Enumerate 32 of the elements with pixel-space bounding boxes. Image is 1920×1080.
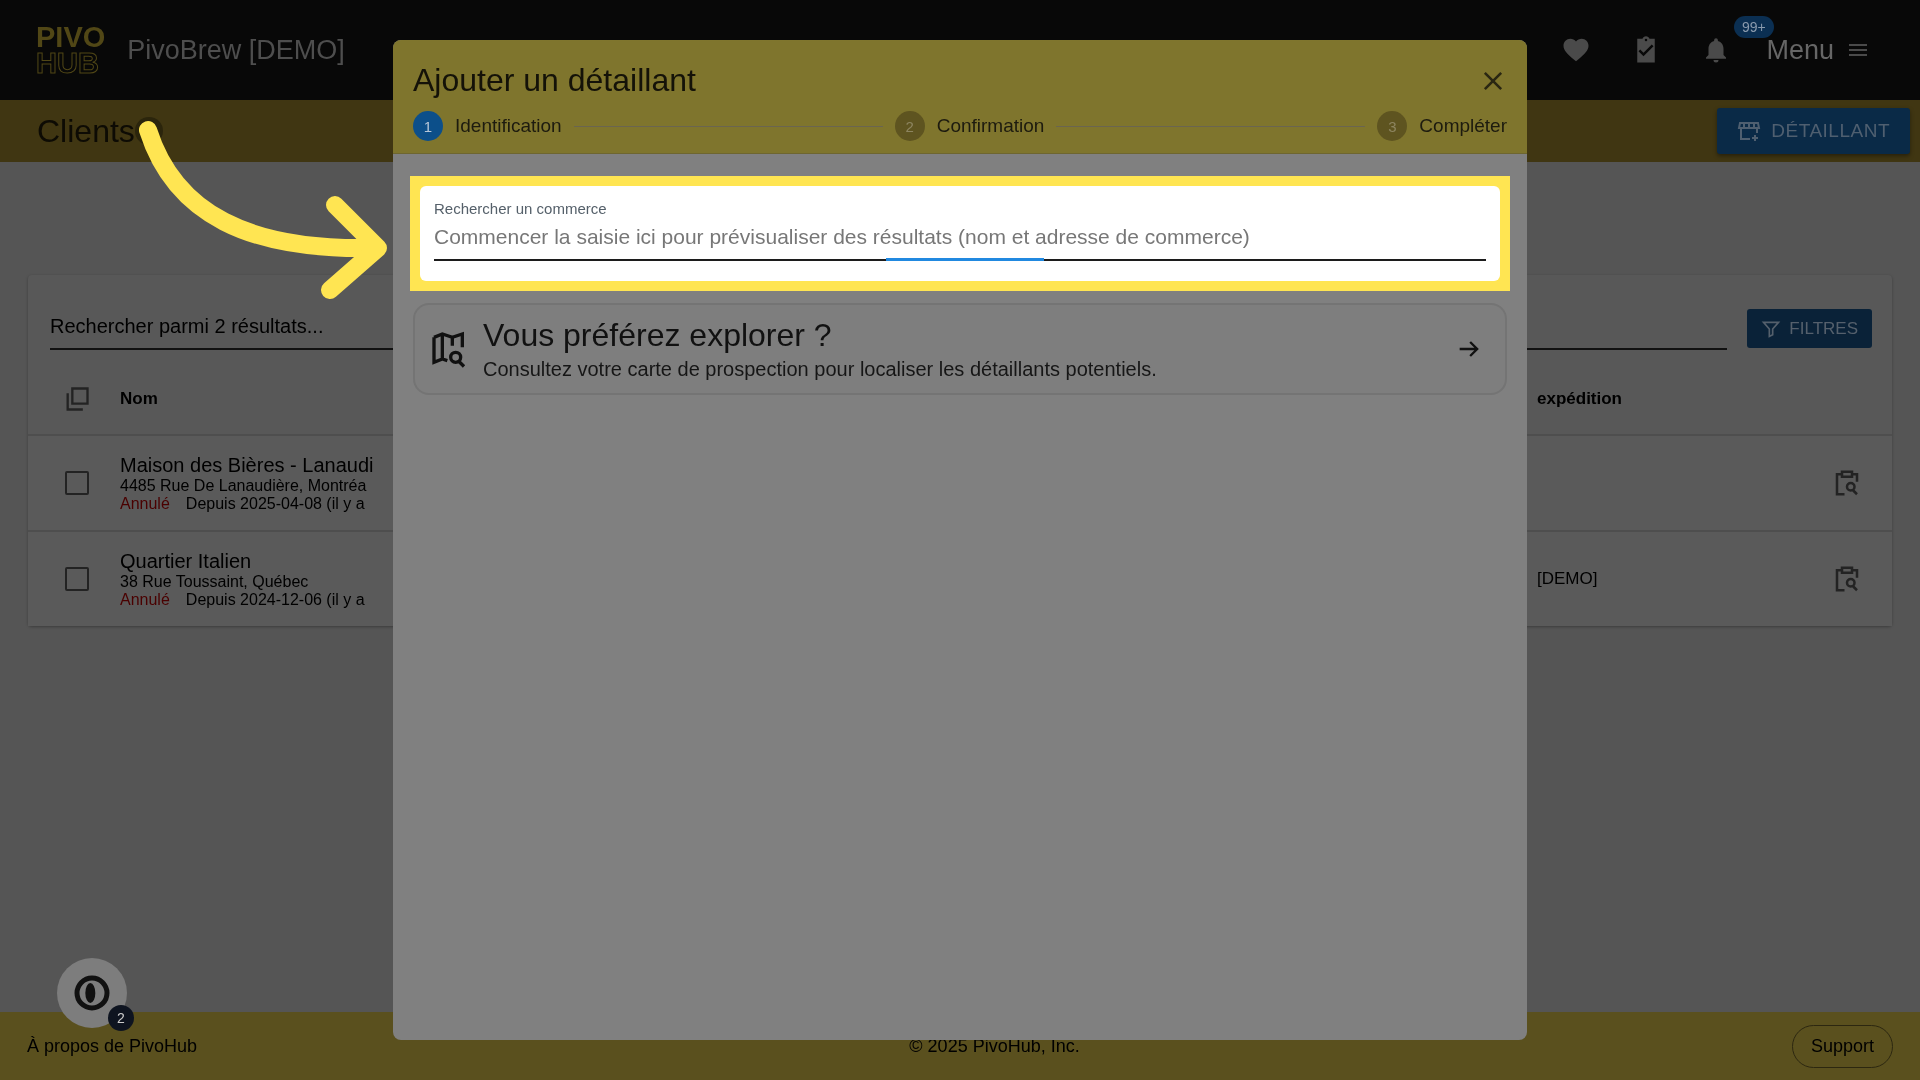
explore-card[interactable]: Vous préférez explorer ? Consultez votre carte de prospection pour localiser les détaillants potentiels. <box>413 303 1507 395</box>
stepper-step[interactable]: 2 Confirmation <box>894 111 1045 141</box>
since-date: Depuis 2025-04-08 (il y a <box>185 494 365 513</box>
status-label: Annulé <box>120 494 170 513</box>
retailer-address: 38 Rue Toussaint, Québec <box>120 572 310 591</box>
since-date: Depuis 2024-12-06 (il y a <box>185 590 365 609</box>
filters-button[interactable]: FILTRES <box>1747 309 1872 348</box>
retailer-address: 4485 Rue De Lanaudière, Montréa <box>120 476 368 495</box>
explore-description: Consultez votre carte de prospection pour localiser les détaillants potentiels. <box>483 358 1158 381</box>
store-plus-icon <box>1737 119 1762 143</box>
search-field[interactable]: Rechercher un commerce Commencer la saisie ici pour prévisualiser des résultats (nom et adresse de commerce) <box>420 186 1500 281</box>
column-header: expédition <box>1537 389 1622 408</box>
explore-title: Vous préférez explorer ? <box>483 317 833 354</box>
add-retailer-button[interactable]: DÉTAILLANT <box>1717 108 1910 154</box>
app-title: PivoBrew [DEMO] <box>127 34 345 66</box>
row-checkbox[interactable] <box>64 567 89 591</box>
column-header: Nom <box>120 389 158 408</box>
retailer-name: Quartier Italien <box>120 549 253 573</box>
search-field[interactable]: Rechercher parmi 2 résultats... <box>50 315 324 337</box>
about-link[interactable]: À propos de PivoHub <box>27 1035 198 1057</box>
row-checkbox[interactable] <box>64 471 89 495</box>
notification-badge: 99+ <box>1734 16 1774 38</box>
stepper-step[interactable]: 1 Identification <box>413 111 562 141</box>
status-label: Annulé <box>120 590 170 609</box>
chat-logo-icon <box>72 973 112 1013</box>
search-input[interactable]: Commencer la saisie ici pour prévisualiser des résultats (nom et adresse de commerce) <box>434 217 1486 261</box>
dialog-title: Ajouter un détaillant <box>413 62 696 99</box>
logo: PIVO HUB <box>36 23 106 77</box>
retailer-name: Maison des Bières - Lanaudi <box>120 453 375 477</box>
table-cell: [DEMO] <box>1537 569 1598 588</box>
stepper-step[interactable]: 3 Compléter <box>1377 111 1507 141</box>
field-label: Rechercher un commerce <box>434 200 608 217</box>
